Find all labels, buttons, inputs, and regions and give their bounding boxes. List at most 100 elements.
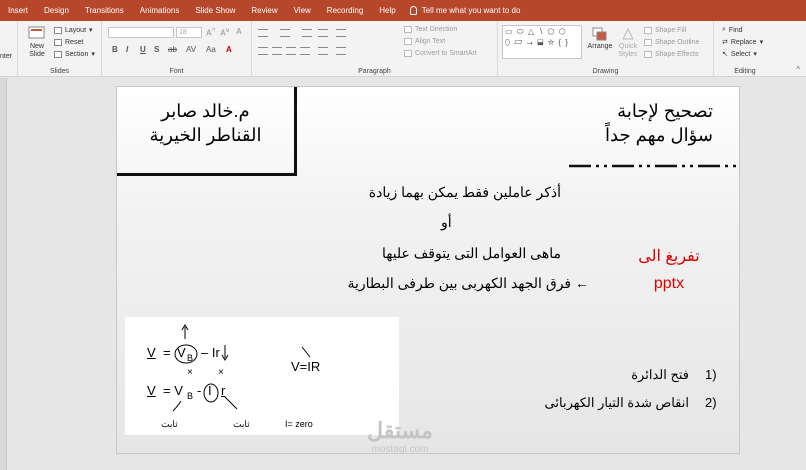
thumbnail-pane-edge[interactable] (0, 78, 7, 470)
text-direction-icon (404, 25, 412, 33)
quick-styles-icon (622, 27, 634, 40)
underline-button[interactable]: U (140, 45, 146, 54)
clipboard-group: nter (0, 21, 18, 77)
watermark: مستقل mostaql.com (350, 418, 450, 455)
strikethrough-button[interactable]: ab (168, 45, 177, 54)
eq2-vir: V=IR (291, 359, 321, 374)
align-left-icon[interactable] (258, 47, 268, 55)
clipboard-partial-label[interactable]: nter (0, 53, 12, 60)
reset-icon (54, 38, 62, 46)
dash-dot-divider (569, 164, 737, 168)
slide-subtitle: سؤال مهم جداً (605, 125, 713, 145)
layout-button[interactable]: Layout ▾ (54, 24, 95, 36)
rtl-icon[interactable] (336, 47, 346, 55)
tab-recording[interactable]: Recording (319, 0, 371, 21)
font-group: 18 A^ Av A B I U S ab AV Aa A Font (102, 21, 252, 77)
italic-button[interactable]: I (126, 45, 128, 54)
layout-label: Layout (65, 26, 87, 34)
shrink-font-button[interactable]: Av (220, 27, 229, 38)
slides-group-label: Slides (49, 68, 70, 75)
shapes-gallery[interactable]: ▭ ⬭ △ ∖ ⬠ ⬡ ⬯ ▱ ⭢ ⬓ ☆ { } (502, 25, 582, 59)
paragraph-group: Text Direction Align Text Convert to Sma… (252, 21, 498, 77)
tab-slide-show[interactable]: Slide Show (187, 0, 243, 21)
drawing-group-label: Drawing (592, 68, 619, 75)
eq3-vb: = V (163, 383, 183, 398)
tell-me-search[interactable]: Tell me what you want to do (404, 0, 529, 21)
eq1-v: V (147, 345, 156, 360)
replace-button[interactable]: ⇄ Replace ▾ (722, 36, 763, 48)
text-direction-button[interactable]: Text Direction (404, 23, 477, 35)
chevron-down-icon: ▾ (89, 27, 93, 34)
columns-icon[interactable] (318, 47, 328, 55)
numbering-icon[interactable] (280, 29, 290, 37)
or-line[interactable]: أو (441, 214, 452, 231)
tab-design[interactable]: Design (36, 0, 77, 21)
question-line-2[interactable]: ماهى العوامل التى يتوقف عليها (382, 245, 561, 262)
eq1-sub-b: B (187, 353, 194, 363)
new-slide-button[interactable]: New Slide (26, 25, 48, 59)
question-line-1[interactable]: أذكر عاملين فقط يمكن بهما زيادة (369, 184, 561, 201)
bullets-icon[interactable] (258, 29, 268, 37)
author-place: القناطر الخيرية (149, 125, 262, 145)
decrease-indent-icon[interactable] (302, 29, 312, 37)
tab-review[interactable]: Review (243, 0, 285, 21)
eq1-ir: – Ir (201, 345, 220, 360)
shape-outline-button[interactable]: Shape Outline (644, 36, 699, 48)
arrange-label: Arrange (587, 43, 613, 50)
reset-button[interactable]: Reset (54, 36, 95, 48)
shape-effects-label: Shape Effects (655, 50, 699, 58)
author-box[interactable]: م.خالد صابر القناطر الخيرية (117, 87, 297, 176)
bold-button[interactable]: B (112, 45, 118, 54)
list-item-2[interactable]: انقاص شدة التيار الكهربائى (545, 395, 689, 411)
align-center-icon[interactable] (272, 47, 282, 55)
eq3-minus: - (197, 383, 202, 398)
select-label: Select (730, 50, 751, 58)
grow-font-button[interactable]: A^ (206, 27, 216, 38)
font-name-box[interactable] (108, 27, 174, 38)
title-block[interactable]: تصحيح لإجابة سؤال مهم جداً (605, 99, 713, 147)
ribbon-tab-bar: Insert Design Transitions Animations Sli… (0, 0, 806, 21)
align-right-icon[interactable] (286, 47, 296, 55)
char-spacing-button[interactable]: AV (186, 45, 196, 54)
increase-indent-icon[interactable] (318, 29, 328, 37)
justify-icon[interactable] (300, 47, 310, 55)
eq3-r: r (221, 383, 226, 398)
quick-styles-button[interactable]: Quick Styles (614, 27, 642, 59)
find-button[interactable]: ⌕ Find (722, 24, 763, 36)
tab-insert[interactable]: Insert (0, 0, 36, 21)
arrange-button[interactable]: Arrange (586, 27, 614, 50)
ribbon: nter New Slide Layout ▾ Reset Section ▾ Sl… (0, 21, 806, 77)
list-item-1[interactable]: فتح الدائرة (631, 367, 689, 383)
text-direction-label: Text Direction (415, 25, 458, 33)
paragraph-group-label: Paragraph (358, 68, 391, 75)
font-size-box[interactable]: 18 (176, 27, 202, 38)
convert-note-line-2: pptx (653, 275, 685, 292)
convert-smartart-button[interactable]: Convert to SmartArt (404, 47, 477, 59)
shape-effects-button[interactable]: Shape Effects (644, 48, 699, 60)
chevron-down-icon: ▾ (753, 51, 757, 58)
font-color-button[interactable]: A (226, 45, 232, 54)
select-button[interactable]: ↖ Select ▾ (722, 48, 763, 60)
tab-help[interactable]: Help (371, 0, 403, 21)
answer-line[interactable]: ← فرق الجهد الكهربى بين طرفى البطارية (347, 275, 589, 292)
eq3-sub-b: B (187, 391, 194, 401)
cross-mark-1: × (187, 367, 193, 378)
powerpoint-window: Insert Design Transitions Animations Sli… (0, 0, 806, 470)
tab-view[interactable]: View (286, 0, 319, 21)
section-button[interactable]: Section ▾ (54, 48, 95, 60)
collapse-ribbon-icon[interactable]: ^ (796, 65, 800, 74)
shape-fill-button[interactable]: Shape Fill (644, 24, 699, 36)
tab-transitions[interactable]: Transitions (77, 0, 132, 21)
const-pointer-1 (172, 400, 182, 412)
eq1-vb: V (177, 345, 186, 360)
tab-animations[interactable]: Animations (132, 0, 188, 21)
shape-outline-label: Shape Outline (655, 38, 700, 46)
shadow-button[interactable]: S (154, 45, 159, 54)
slide-canvas[interactable]: م.خالد صابر القناطر الخيرية تصحيح لإجابة… (116, 86, 740, 454)
change-case-button[interactable]: Aa (206, 45, 216, 54)
line-spacing-icon[interactable] (336, 29, 346, 37)
convert-note[interactable]: تفريغ الى pptx (629, 243, 709, 297)
align-text-button[interactable]: Align Text (404, 35, 477, 47)
smartart-icon (404, 49, 412, 57)
clear-format-button[interactable]: A (236, 27, 242, 36)
